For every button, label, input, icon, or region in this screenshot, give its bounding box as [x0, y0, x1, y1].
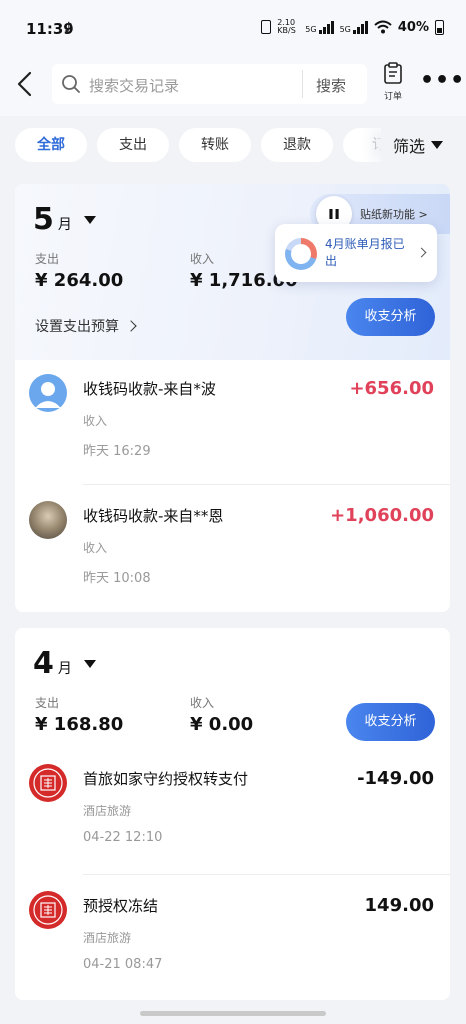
chevron-right-icon [416, 247, 427, 258]
income-expense-analysis-button[interactable]: 收支分析 [346, 298, 435, 336]
expense-label: 支出 [35, 696, 60, 710]
divider [83, 874, 450, 875]
search-divider [302, 70, 303, 98]
transaction-row[interactable]: 预授权冻结 酒店旅游 04-21 08:47 149.00 [15, 877, 450, 1000]
order-clipboard-icon [384, 62, 402, 84]
battery-percent: 40% [397, 19, 429, 35]
more-options-icon[interactable]: ••• [420, 68, 465, 93]
expense-total: ¥ 168.80 [35, 714, 124, 735]
filter-chip-refund[interactable]: 退款 [261, 128, 333, 162]
hotel-seal-icon [29, 764, 67, 802]
signal-icon-2: 5G [340, 20, 368, 34]
status-indicators: 2.10 KB/S 5G 5G 40% [261, 19, 444, 35]
transaction-amount: +656.00 [349, 378, 434, 399]
chevron-right-icon [125, 320, 137, 332]
filter-bar: 全部 支出 转账 退款 订 筛选 [0, 116, 466, 180]
income-total: ¥ 0.00 [190, 714, 254, 735]
user-photo-avatar [29, 501, 67, 539]
transaction-category: 酒店旅游 [83, 804, 132, 818]
order-button[interactable]: 订单 [378, 62, 408, 102]
chevron-right-icon: > [418, 208, 428, 221]
transaction-amount: 149.00 [364, 895, 434, 916]
battery-icon [435, 19, 444, 35]
home-indicator[interactable] [140, 1011, 326, 1016]
month-card-april: 4 月 支出 ¥ 168.80 收入 ¥ 0.00 收支分析 首旅如家守约授权转… [15, 628, 450, 1000]
transaction-title: 收钱码收款-来自*波 [83, 380, 216, 398]
transaction-category: 收入 [83, 541, 108, 555]
vibrate-icon [261, 20, 272, 34]
filter-chip-all[interactable]: 全部 [15, 128, 87, 162]
filter-chip-transfer[interactable]: 转账 [179, 128, 251, 162]
wifi-icon [374, 20, 392, 34]
month-unit: 月 [57, 217, 72, 233]
month-selector[interactable]: 5 月 [33, 202, 96, 237]
transaction-title: 首旅如家守约授权转支付 [83, 770, 249, 788]
transaction-time: 04-21 08:47 [83, 957, 163, 972]
income-label: 收入 [190, 696, 215, 710]
filter-button-label: 筛选 [393, 137, 426, 156]
filter-button[interactable]: 筛选 [381, 128, 466, 162]
filter-dropdown-icon [431, 141, 444, 149]
transaction-row[interactable]: 首旅如家守约授权转支付 酒店旅游 04-22 12:10 -149.00 [15, 750, 450, 875]
expense-total: ¥ 264.00 [35, 270, 124, 291]
transaction-category: 收入 [83, 414, 108, 428]
month-summary: 5 月 支出 ¥ 264.00 收入 ¥ 1,716.00 设置支出预算 收支分… [15, 184, 450, 360]
transaction-row[interactable]: 收钱码收款-来自*波 收入 昨天 16:29 +656.00 [15, 360, 450, 485]
search-icon [62, 75, 80, 93]
order-label: 订单 [383, 92, 402, 102]
search-box[interactable]: 搜索交易记录 搜索 [52, 64, 367, 104]
month-unit: 月 [57, 661, 72, 677]
set-budget-label: 设置支出预算 [35, 319, 119, 335]
search-button[interactable]: 搜索 [316, 75, 346, 96]
transaction-time: 昨天 10:08 [83, 571, 151, 586]
hotel-seal-icon [29, 891, 67, 929]
month-dropdown-icon [83, 215, 96, 224]
transaction-amount: +1,060.00 [330, 505, 434, 526]
monthly-report-text: 4月账单月报已出 [325, 237, 405, 268]
transaction-time: 04-22 12:10 [83, 830, 163, 845]
month-number: 4 [33, 646, 54, 681]
report-donut-icon [285, 238, 317, 270]
transaction-row[interactable]: 收钱码收款-来自**恩 收入 昨天 10:08 +1,060.00 [15, 487, 450, 612]
divider [83, 484, 450, 485]
filter-chip-expense[interactable]: 支出 [97, 128, 169, 162]
month-card-may: 5 月 支出 ¥ 264.00 收入 ¥ 1,716.00 设置支出预算 收支分… [15, 184, 450, 612]
transaction-amount: -149.00 [357, 768, 434, 789]
expense-label: 支出 [35, 252, 60, 266]
signal-icon-1: 5G [305, 20, 334, 34]
month-dropdown-icon [83, 659, 96, 668]
income-expense-analysis-button[interactable]: 收支分析 [346, 703, 435, 741]
top-navigation: 搜索交易记录 搜索 订单 ••• [0, 56, 466, 116]
month-selector[interactable]: 4 月 [33, 646, 96, 681]
monthly-report-popup[interactable]: 4月账单月报已出 [275, 224, 437, 282]
transaction-title: 收钱码收款-来自**恩 [83, 507, 224, 525]
default-avatar-icon [29, 374, 67, 412]
transaction-time: 昨天 16:29 [83, 444, 151, 459]
month-number: 5 [33, 202, 54, 237]
transaction-title: 预授权冻结 [83, 897, 159, 915]
transaction-category: 酒店旅游 [83, 931, 132, 945]
set-budget-link[interactable]: 设置支出预算 [35, 316, 137, 336]
search-input[interactable]: 搜索交易记录 [89, 75, 179, 96]
tiktok-notification-icon: ♪ [64, 20, 73, 36]
network-speed: 2.10 KB/S [277, 18, 296, 35]
back-arrow-icon[interactable] [14, 70, 38, 98]
income-label: 收入 [190, 252, 215, 266]
sticker-banner-text: 贴纸新功能 > [360, 208, 428, 221]
status-bar: 11:39 ♪ 2.10 KB/S 5G 5G 40% [0, 0, 466, 56]
